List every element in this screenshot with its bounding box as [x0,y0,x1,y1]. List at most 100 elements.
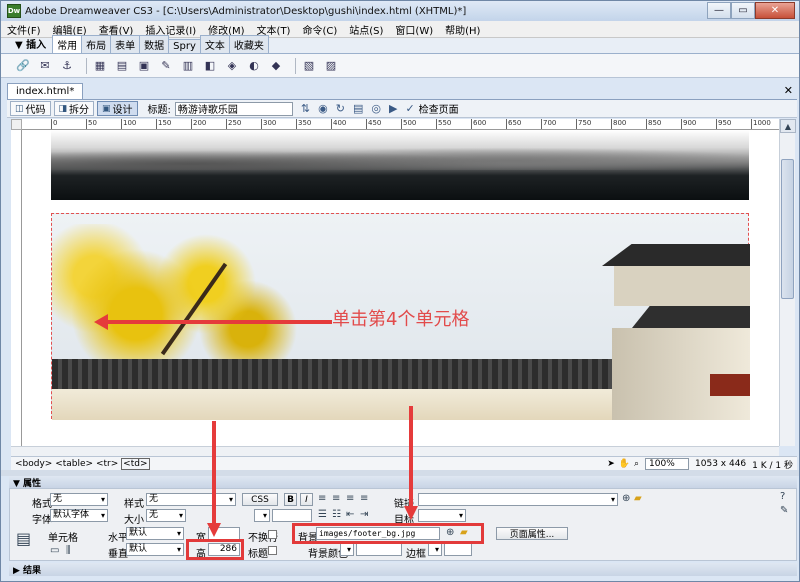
style-select[interactable]: 无 [146,493,236,506]
menu-window[interactable]: 窗口(W) [389,22,439,37]
div-tag-icon[interactable]: ▤ [114,58,130,74]
tab-forms[interactable]: 表单 [110,35,141,53]
ruler-origin[interactable] [11,119,22,130]
ordered-list-icon[interactable]: ☷ [332,509,341,520]
unordered-list-icon[interactable]: ☰ [318,509,327,520]
media-icon[interactable]: ✎ [158,58,174,74]
wall-base [52,389,652,420]
hand-tool-icon[interactable]: ✋ [619,459,630,469]
browse-folder-icon[interactable]: ▰ [634,493,642,504]
properties-panel-header[interactable]: ▼ 属性 [9,476,797,489]
server-include-icon[interactable]: ◧ [202,58,218,74]
text-color-picker[interactable] [254,509,270,522]
indent-icon[interactable]: ⇥ [360,509,368,520]
scrollbar-thumb[interactable] [781,159,794,299]
tab-common[interactable]: 常用 [52,35,83,53]
tag-body[interactable]: <body> [15,459,52,469]
tab-text[interactable]: 文本 [199,35,230,53]
scroll-up-icon[interactable]: ▲ [780,119,796,133]
title-bar: Dw Adobe Dreamweaver CS3 - [C:\Users\Adm… [1,1,799,21]
maximize-button[interactable]: ▭ [731,2,755,19]
tag-tr[interactable]: <tr> [96,459,118,469]
tag-table[interactable]: <table> [55,459,93,469]
code-view-button[interactable]: ◫ 代码 [10,101,51,116]
zoom-tool-icon[interactable]: ⌕ [634,459,639,469]
validate-markup-icon[interactable]: ▶ [389,102,397,115]
select-tool-icon[interactable]: ➤ [607,459,615,469]
close-button[interactable]: ✕ [755,2,795,19]
email-link-icon[interactable]: ✉ [37,58,53,74]
hyperlink-icon[interactable]: 🔗 [15,58,31,74]
horizontal-align-select[interactable]: 默认 [126,527,184,540]
named-anchor-icon[interactable]: ⚓ [59,58,75,74]
border-color-input[interactable] [444,543,472,556]
templates-icon[interactable]: ▧ [301,58,317,74]
size-select[interactable]: 无 [146,509,186,522]
script-icon[interactable]: ◆ [268,58,284,74]
design-canvas[interactable]: 单击第4个单元格 [22,130,779,446]
check-page-button[interactable]: 检查页面 [419,101,459,116]
image-icon[interactable]: ▣ [136,58,152,74]
bgcolor-picker[interactable] [340,543,354,556]
align-right-icon[interactable]: ≡ [346,493,354,504]
italic-button[interactable]: I [300,493,313,506]
insert-bar: ▼ 插入 常用 布局 表单 数据 Spry 文本 收藏夹 [1,35,799,54]
document-tab-index[interactable]: index.html* [7,83,84,99]
menu-site[interactable]: 站点(S) [343,22,389,37]
design-view-button[interactable]: ▣ 设计 [97,101,138,116]
header-checkbox[interactable] [268,546,277,555]
link-input[interactable] [418,493,618,506]
preview-browser-icon[interactable]: ◉ [318,102,328,115]
check-page-icon[interactable]: ✓ [405,102,414,115]
tag-chooser-icon[interactable]: ▨ [323,58,339,74]
horizontal-scrollbar[interactable] [11,446,779,456]
comment-icon[interactable]: ◈ [224,58,240,74]
vertical-scrollbar[interactable]: ▲ [779,119,796,446]
font-select[interactable]: 默认字体 [50,509,108,522]
page-properties-button[interactable]: 页面属性... [496,527,568,540]
menu-file[interactable]: 文件(F) [1,22,47,37]
tab-layout[interactable]: 布局 [81,35,112,53]
target-select[interactable] [418,509,466,522]
align-left-icon[interactable]: ≡ [318,493,326,504]
tab-favorites[interactable]: 收藏夹 [228,35,269,53]
merge-cells-icon[interactable]: ▭ [50,545,59,556]
close-document-icon[interactable]: ✕ [784,84,793,97]
menu-commands[interactable]: 命令(C) [296,22,343,37]
zoom-select[interactable]: 100% [645,458,690,470]
bgcolor-input[interactable] [356,543,402,556]
outdent-icon[interactable]: ⇤ [346,509,354,520]
split-cell-icon[interactable]: ⫼ [66,545,71,556]
border-label: 边框 [406,549,426,560]
split-view-button[interactable]: ◨ 拆分 [53,101,95,116]
nowrap-checkbox[interactable] [268,530,277,539]
horizontal-ruler: 0 50 100 150 200 250 300 350 400 450 500 550 600 650 7… [22,119,779,130]
menu-help[interactable]: 帮助(H) [439,22,486,37]
text-color-input[interactable] [272,509,312,522]
minimize-button[interactable]: — [707,2,731,19]
view-options-icon[interactable]: ▤ [353,102,363,115]
tag-td[interactable]: <td> [121,457,150,470]
point-to-file-icon[interactable]: ⊕ [622,493,630,504]
refresh-icon[interactable]: ↻ [336,102,345,115]
window-size[interactable]: 1053 x 446 [695,459,746,469]
head-icon[interactable]: ◐ [246,58,262,74]
file-management-icon[interactable]: ⇅ [301,102,310,115]
quick-tag-editor-icon[interactable]: ✎ [780,505,788,516]
vertical-align-select[interactable]: 默认 [126,543,184,556]
help-icon[interactable]: ? [780,491,785,502]
tab-spry[interactable]: Spry [168,39,201,53]
table-icon[interactable]: ▦ [92,58,108,74]
bold-button[interactable]: B [284,493,297,506]
visual-aids-icon[interactable]: ◎ [371,102,381,115]
date-icon[interactable]: ▥ [180,58,196,74]
tab-data[interactable]: 数据 [139,35,170,53]
results-panel-header[interactable]: ▶ 结果 [9,563,797,576]
format-select[interactable]: 无 [50,493,108,506]
insert-panel-toggle[interactable]: ▼ 插入 [1,36,52,53]
css-button[interactable]: CSS [242,493,278,506]
border-color-picker[interactable] [428,543,442,556]
page-title-input[interactable] [174,101,293,116]
align-justify-icon[interactable]: ≡ [360,493,368,504]
align-center-icon[interactable]: ≡ [332,493,340,504]
